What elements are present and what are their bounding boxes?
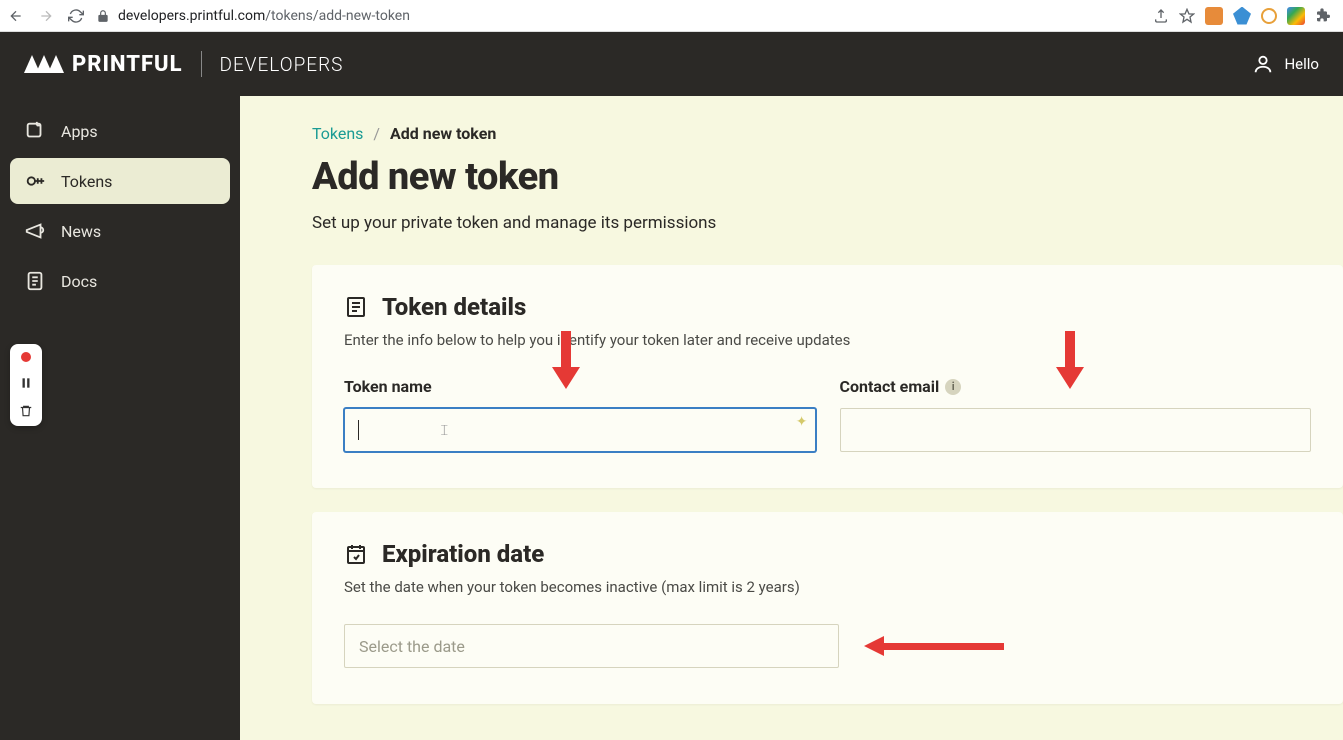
greeting-text: Hello	[1284, 55, 1319, 73]
back-icon[interactable]	[8, 8, 24, 24]
browser-address-bar: developers.printful.com/tokens/add-new-t…	[0, 0, 1343, 32]
sidebar-item-news[interactable]: News	[10, 208, 230, 254]
token-name-group: Token name 𝙸 ✦	[344, 377, 816, 452]
sidebar-item-tokens[interactable]: Tokens	[10, 158, 230, 204]
date-placeholder: Select the date	[359, 637, 465, 656]
extension-icon-3[interactable]	[1261, 8, 1277, 24]
page-subtitle: Set up your private token and manage its…	[312, 213, 1343, 233]
megaphone-icon	[24, 220, 46, 242]
extension-icon-1[interactable]	[1205, 7, 1223, 25]
expiration-card: Expiration date Set the date when your t…	[312, 512, 1343, 704]
breadcrumb: Tokens / Add new token	[312, 124, 1343, 143]
info-icon[interactable]: i	[945, 379, 961, 395]
token-name-input[interactable]	[344, 408, 816, 452]
contact-email-input[interactable]	[840, 408, 1312, 452]
sidebar-item-label: Tokens	[61, 172, 112, 191]
breadcrumb-current: Add new token	[390, 124, 496, 143]
apps-icon	[24, 120, 46, 142]
sidebar-item-label: Docs	[61, 272, 97, 291]
card-title: Expiration date	[382, 540, 544, 568]
contact-email-group: Contact email i	[840, 377, 1312, 452]
share-icon[interactable]	[1153, 8, 1169, 24]
sidebar-item-apps[interactable]: Apps	[10, 108, 230, 154]
brand-section: DEVELOPERS	[220, 53, 344, 76]
calendar-icon	[344, 542, 368, 566]
url-display[interactable]: developers.printful.com/tokens/add-new-t…	[96, 8, 1141, 24]
doc-icon	[24, 270, 46, 292]
card-subtitle: Enter the info below to help you identif…	[344, 331, 1311, 349]
sidebar-item-label: Apps	[61, 122, 98, 141]
user-menu[interactable]: Hello	[1252, 53, 1319, 75]
card-subtitle: Set the date when your token becomes ina…	[344, 578, 1311, 596]
lock-icon	[96, 9, 110, 23]
logo-divider	[201, 51, 202, 77]
logo-icon	[24, 55, 64, 73]
extension-icon-2[interactable]	[1233, 7, 1251, 25]
trash-icon[interactable]	[19, 404, 33, 418]
expiration-date-input[interactable]: Select the date	[344, 624, 839, 668]
star-icon[interactable]	[1179, 8, 1195, 24]
key-icon	[24, 170, 46, 192]
extensions-icon[interactable]	[1315, 8, 1331, 24]
forward-icon[interactable]	[38, 8, 54, 24]
reload-icon[interactable]	[68, 8, 84, 24]
token-details-card: Token details Enter the info below to he…	[312, 265, 1343, 488]
text-caret	[358, 420, 359, 440]
brand-name: PRINTFUL	[72, 52, 183, 77]
record-icon[interactable]	[21, 352, 31, 362]
breadcrumb-parent[interactable]: Tokens	[312, 124, 363, 143]
app-header: PRINTFUL DEVELOPERS Hello	[0, 32, 1343, 96]
card-title: Token details	[382, 293, 526, 321]
page-title: Add new token	[312, 155, 1343, 199]
sidebar-item-label: News	[61, 222, 101, 241]
extension-icon-4[interactable]	[1287, 7, 1305, 25]
sidebar-item-docs[interactable]: Docs	[10, 258, 230, 304]
pause-icon[interactable]	[19, 376, 33, 390]
breadcrumb-separator: /	[373, 124, 380, 143]
floating-recorder[interactable]	[10, 344, 42, 426]
user-icon	[1252, 53, 1274, 75]
required-star-icon: ✦	[796, 414, 808, 430]
annotation-arrow-left-icon	[864, 636, 1004, 656]
browser-nav-group	[8, 8, 84, 24]
logo-area[interactable]: PRINTFUL DEVELOPERS	[24, 51, 343, 77]
sidebar: Apps Tokens News Docs	[0, 96, 240, 740]
details-icon	[344, 295, 368, 319]
main-content: Tokens / Add new token Add new token Set…	[240, 96, 1343, 740]
browser-actions	[1153, 7, 1335, 25]
url-text: developers.printful.com/tokens/add-new-t…	[118, 8, 410, 24]
